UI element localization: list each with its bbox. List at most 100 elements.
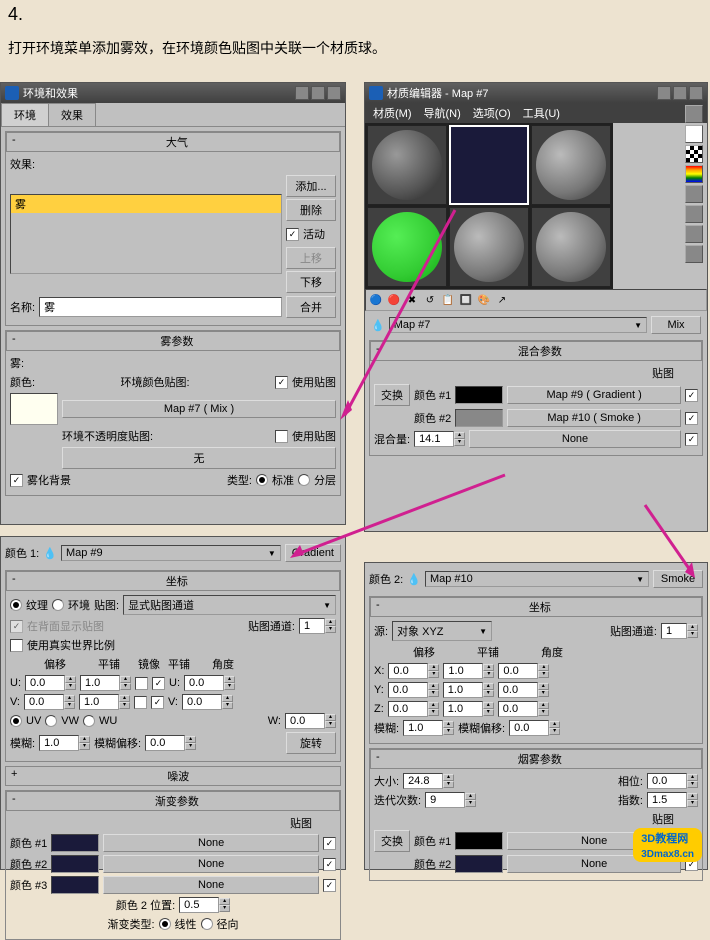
noise-title[interactable]: 噪波: [5, 766, 341, 786]
src-dropdown[interactable]: 对象 XYZ: [392, 621, 492, 641]
sample-icon[interactable]: [685, 185, 703, 203]
amount-input[interactable]: 14.1: [414, 431, 454, 447]
map-name-dropdown[interactable]: Map #7: [389, 317, 647, 333]
pick-icon[interactable]: 💧: [43, 547, 57, 560]
iter-input[interactable]: 9: [425, 792, 465, 808]
layer-radio[interactable]: [298, 474, 310, 486]
assign-icon[interactable]: ✖: [404, 292, 420, 308]
tab-effects[interactable]: 效果: [48, 103, 96, 126]
tab-environment[interactable]: 环境: [1, 103, 49, 126]
minimize-icon[interactable]: [657, 86, 671, 100]
c2pos-input[interactable]: 0.5: [179, 897, 219, 913]
radial-radio[interactable]: [201, 918, 213, 930]
mat-slot-6[interactable]: [531, 207, 611, 287]
env-map-button[interactable]: Map #7 ( Mix ): [62, 400, 336, 418]
real-check[interactable]: [10, 639, 23, 652]
smoke-type-button[interactable]: Smoke: [653, 570, 703, 588]
down-button[interactable]: 下移: [286, 271, 336, 293]
map1-button[interactable]: Map #9 ( Gradient ): [507, 386, 681, 404]
active-checkbox[interactable]: [286, 228, 299, 241]
u-tile[interactable]: [152, 677, 165, 690]
amount-check[interactable]: [685, 433, 698, 446]
use-map-checkbox[interactable]: [275, 376, 288, 389]
g-c3-swatch[interactable]: [51, 876, 99, 894]
map2-check[interactable]: [685, 412, 698, 425]
maximize-icon[interactable]: [311, 86, 325, 100]
map-mode-dropdown[interactable]: 显式贴图通道: [123, 595, 336, 615]
mat-slot-1[interactable]: [367, 125, 447, 205]
g-m3-button[interactable]: None: [103, 876, 319, 894]
go-icon[interactable]: ↗: [494, 292, 510, 308]
exp-input[interactable]: 1.5: [647, 792, 687, 808]
menu-options[interactable]: 选项(O): [473, 105, 511, 121]
mat-slot-3[interactable]: [531, 125, 611, 205]
smoke-params-title[interactable]: 烟雾参数: [370, 749, 702, 769]
env-radio[interactable]: [52, 599, 64, 611]
s-chan-input[interactable]: 1: [661, 623, 687, 639]
u-mirror[interactable]: [135, 677, 148, 690]
v-off-input[interactable]: 0.0: [24, 694, 64, 710]
grad-type-button[interactable]: Gradient: [285, 544, 341, 562]
spin-up-icon[interactable]: ▴: [454, 432, 465, 439]
blur-input[interactable]: 1.0: [39, 735, 79, 751]
linear-radio[interactable]: [159, 918, 171, 930]
map1-check[interactable]: [685, 389, 698, 402]
mat-slot-2-selected[interactable]: [449, 125, 529, 205]
g-m1-button[interactable]: None: [103, 834, 319, 852]
get-icon[interactable]: 🔵: [368, 292, 384, 308]
color2-swatch[interactable]: [455, 409, 503, 427]
fog-params-title[interactable]: 雾参数: [6, 331, 340, 351]
menu-navigate[interactable]: 导航(N): [424, 105, 461, 121]
amount-map-button[interactable]: None: [469, 430, 681, 448]
spin-down-icon[interactable]: ▾: [454, 439, 465, 446]
put-icon[interactable]: 🔴: [386, 292, 402, 308]
phase-input[interactable]: 0.0: [647, 773, 687, 789]
vw-radio[interactable]: [45, 715, 57, 727]
mix-title[interactable]: 混合参数: [370, 341, 702, 361]
reset-icon[interactable]: ↺: [422, 292, 438, 308]
options-icon[interactable]: [685, 205, 703, 223]
delete-button[interactable]: 删除: [286, 199, 336, 221]
swap-button[interactable]: 交换: [374, 384, 410, 406]
grad-params-title[interactable]: 渐变参数: [6, 791, 340, 811]
v-tile-input[interactable]: 1.0: [79, 694, 119, 710]
close-icon[interactable]: [689, 86, 703, 100]
g-c1-swatch[interactable]: [51, 834, 99, 852]
v-ang-input[interactable]: 0.0: [182, 694, 222, 710]
merge-button[interactable]: 合并: [286, 296, 336, 318]
sphere-icon[interactable]: [685, 105, 703, 123]
uv-radio[interactable]: [10, 715, 22, 727]
bluroff-input[interactable]: 0.0: [145, 735, 185, 751]
put2-icon[interactable]: 🔲: [458, 292, 474, 308]
name-input[interactable]: 雾: [39, 297, 282, 317]
mat-slot-5[interactable]: [449, 207, 529, 287]
color1-swatch[interactable]: [455, 386, 503, 404]
grad-name-dropdown[interactable]: Map #9: [61, 545, 281, 561]
add-button[interactable]: 添加...: [286, 175, 336, 197]
pick-icon[interactable]: 💧: [407, 573, 421, 586]
smoke-name-dropdown[interactable]: Map #10: [425, 571, 649, 587]
fog-color-swatch[interactable]: [10, 393, 58, 425]
up-button[interactable]: 上移: [286, 247, 336, 269]
use-opac-checkbox[interactable]: [275, 430, 288, 443]
tex-radio[interactable]: [10, 599, 22, 611]
grad-coord-title[interactable]: 坐标: [6, 571, 340, 591]
v-mirror[interactable]: [134, 696, 147, 709]
wu-radio[interactable]: [83, 715, 95, 727]
s-c1-swatch[interactable]: [455, 832, 503, 850]
fog-bg-checkbox[interactable]: [10, 474, 23, 487]
color-icon[interactable]: [685, 165, 703, 183]
map-type-button[interactable]: Mix: [651, 316, 701, 334]
pick-icon[interactable]: 💧: [371, 319, 385, 332]
maximize-icon[interactable]: [673, 86, 687, 100]
chan-input[interactable]: 1: [299, 618, 325, 634]
rotate-button[interactable]: 旋转: [286, 732, 336, 754]
minimize-icon[interactable]: [295, 86, 309, 100]
size-input[interactable]: 24.8: [403, 773, 443, 789]
s-c2-swatch[interactable]: [455, 855, 503, 873]
g-m2-button[interactable]: None: [103, 855, 319, 873]
s-swap-button[interactable]: 交换: [374, 830, 410, 852]
w-ang-input[interactable]: 0.0: [285, 713, 325, 729]
select-icon[interactable]: [685, 225, 703, 243]
material-icon[interactable]: [685, 245, 703, 263]
